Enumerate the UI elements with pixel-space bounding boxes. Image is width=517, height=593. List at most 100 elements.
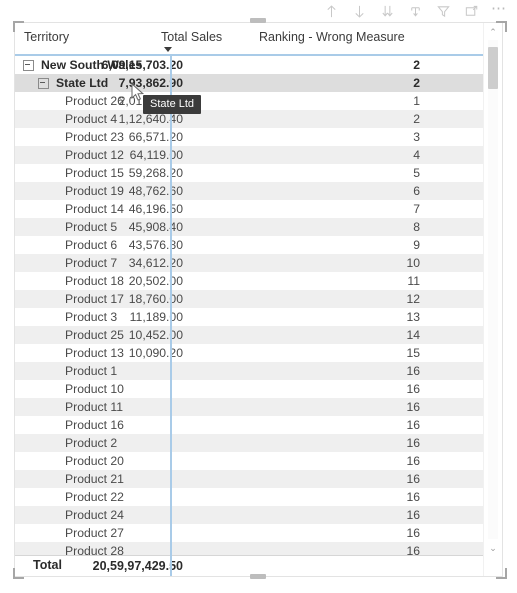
cell-ranking[interactable]: 16 [265,362,420,380]
drill-up-icon[interactable] [323,3,339,19]
resize-handle-bottom-left[interactable] [13,568,24,579]
resize-handle-bottom-middle[interactable] [250,574,266,579]
cell-total-sales[interactable]: 43,576.80 [15,236,189,254]
table-row[interactable]: Product 22 16 [15,488,484,506]
cell-ranking[interactable]: 16 [265,416,420,434]
cell-ranking[interactable]: 9 [265,236,420,254]
column-header-ranking[interactable]: Ranking - Wrong Measure [259,30,405,44]
table-row[interactable]: Product 27 16 [15,524,484,542]
scrollbar-thumb[interactable] [488,47,498,89]
cell-total-sales[interactable] [15,398,189,416]
cell-ranking[interactable]: 3 [265,128,420,146]
table-row[interactable]: State Ltd 7,93,862.90 2 [15,74,484,92]
scrollbar-track[interactable] [488,40,498,539]
table-row[interactable]: Product 25 10,452.00 14 [15,326,484,344]
cell-total-sales[interactable]: 20,502.00 [15,272,189,290]
cell-total-sales[interactable]: 46,196.50 [15,200,189,218]
cell-ranking[interactable]: 16 [265,452,420,470]
table-row[interactable]: Product 23 66,571.20 3 [15,128,484,146]
cell-total-sales[interactable] [15,416,189,434]
table-row[interactable]: Product 14 46,196.50 7 [15,200,484,218]
cell-total-sales[interactable] [15,524,189,542]
table-row[interactable]: Product 16 16 [15,416,484,434]
cell-ranking[interactable]: 16 [265,470,420,488]
expand-all-down-icon[interactable] [379,3,395,19]
cell-total-sales[interactable]: 10,090.20 [15,344,189,362]
cell-total-sales[interactable]: 34,612.20 [15,254,189,272]
cell-total-sales[interactable]: 59,268.20 [15,164,189,182]
cell-ranking[interactable]: 16 [265,524,420,542]
table-row[interactable]: Product 24 16 [15,506,484,524]
focus-mode-icon[interactable] [463,3,479,19]
filter-icon[interactable] [435,3,451,19]
cell-ranking[interactable]: 15 [265,344,420,362]
table-row[interactable]: Product 262,01,214.401 [15,92,484,110]
table-row[interactable]: Product 11 16 [15,398,484,416]
cell-total-sales[interactable] [15,488,189,506]
cell-ranking[interactable]: 16 [265,380,420,398]
table-row[interactable]: Product 19 48,762.60 6 [15,182,484,200]
cell-total-sales[interactable]: 45,908.40 [15,218,189,236]
table-row[interactable]: Product 5 45,908.40 8 [15,218,484,236]
cell-ranking[interactable]: 14 [265,326,420,344]
table-row[interactable]: Product 1 16 [15,362,484,380]
table-row[interactable]: Product 20 16 [15,452,484,470]
resize-handle-top-middle[interactable] [250,18,266,23]
cell-total-sales[interactable] [15,434,189,452]
cell-total-sales[interactable] [15,506,189,524]
table-row[interactable]: Product 12 64,119.00 4 [15,146,484,164]
table-row[interactable]: Product 2 16 [15,434,484,452]
cell-total-sales[interactable] [15,362,189,380]
resize-handle-bottom-right[interactable] [496,568,507,579]
column-header-territory[interactable]: Territory [24,30,69,44]
cell-total-sales[interactable] [15,380,189,398]
cell-ranking[interactable]: 4 [265,146,420,164]
table-row[interactable]: Product 3 11,189.00 13 [15,308,484,326]
table-row[interactable]: Product 7 34,612.20 10 [15,254,484,272]
cell-ranking[interactable]: 2 [265,74,420,92]
more-options-icon[interactable]: ⋯ [491,1,507,19]
cell-total-sales[interactable] [15,470,189,488]
table-row[interactable]: New South Wales 6,09,15,703.20 2 [15,56,484,74]
vertical-scrollbar[interactable]: ⌃ ⌄ [483,23,502,576]
column-header-total-sales[interactable]: Total Sales [161,30,222,44]
table-row[interactable]: Product 4 1,12,640.40 2 [15,110,484,128]
cell-ranking[interactable]: 2 [265,110,420,128]
cell-ranking[interactable]: 16 [265,434,420,452]
cell-ranking[interactable]: 1 [265,92,420,110]
resize-handle-top-right[interactable] [496,21,507,32]
cell-ranking[interactable]: 6 [265,182,420,200]
cell-total-sales[interactable] [15,452,189,470]
cell-total-sales[interactable]: 7,93,862.90 [15,74,189,92]
table-row[interactable]: Product 13 10,090.20 15 [15,344,484,362]
cell-ranking[interactable]: 11 [265,272,420,290]
resize-handle-top-left[interactable] [13,21,24,32]
cell-ranking[interactable]: 13 [265,308,420,326]
matrix-visual[interactable]: Territory Total Sales Ranking - Wrong Me… [14,22,503,577]
table-row[interactable]: Product 6 43,576.80 9 [15,236,484,254]
cell-total-sales[interactable]: 64,119.00 [15,146,189,164]
cell-total-sales[interactable]: 10,452.00 [15,326,189,344]
table-row[interactable]: Product 18 20,502.00 11 [15,272,484,290]
table-row[interactable]: Product 17 18,760.00 12 [15,290,484,308]
cell-ranking[interactable]: 7 [265,200,420,218]
table-row[interactable]: Product 10 16 [15,380,484,398]
table-row[interactable]: Product 15 59,268.20 5 [15,164,484,182]
cell-ranking[interactable]: 8 [265,218,420,236]
cell-ranking[interactable]: 12 [265,290,420,308]
drill-mode-icon[interactable] [407,3,423,19]
cell-ranking[interactable]: 16 [265,398,420,416]
cell-ranking[interactable]: 5 [265,164,420,182]
cell-ranking[interactable]: 10 [265,254,420,272]
cell-total-sales[interactable]: 48,762.60 [15,182,189,200]
table-row[interactable]: Product 21 16 [15,470,484,488]
cell-total-sales[interactable]: 6,09,15,703.20 [15,56,189,74]
cell-total-sales[interactable]: 66,571.20 [15,128,189,146]
cell-total-sales[interactable]: 11,189.00 [15,308,189,326]
cell-total-sales[interactable]: 18,760.00 [15,290,189,308]
cell-ranking[interactable]: 16 [265,506,420,524]
scroll-down-icon[interactable]: ⌄ [484,540,502,556]
drill-down-arrow-icon[interactable] [351,3,367,19]
cell-ranking[interactable]: 2 [265,56,420,74]
cell-ranking[interactable]: 16 [265,488,420,506]
